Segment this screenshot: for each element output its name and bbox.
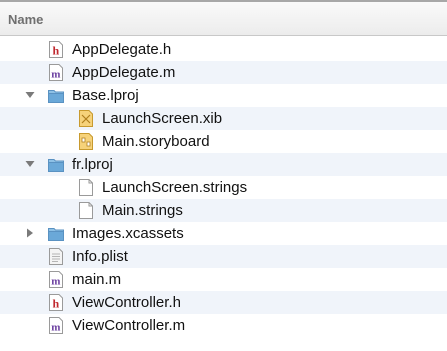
header-file-icon: h <box>49 294 63 311</box>
storyboard-file-icon <box>79 133 93 150</box>
folder-label: Images.xcassets <box>72 225 184 242</box>
project-file-list: h AppDelegate.h m AppDelegate.m Base.lpr… <box>0 38 447 337</box>
svg-text:m: m <box>51 322 60 334</box>
name-column-header[interactable]: Name <box>8 12 43 27</box>
file-label: Main.strings <box>102 202 183 219</box>
file-row-appdelegate-m[interactable]: m AppDelegate.m <box>0 61 447 84</box>
folder-label: fr.lproj <box>72 156 113 173</box>
file-label: ViewController.h <box>72 294 181 311</box>
file-row-appdelegate-h[interactable]: h AppDelegate.h <box>0 38 447 61</box>
header-file-icon: h <box>49 41 63 58</box>
asset-folder-icon <box>48 228 64 241</box>
file-label: AppDelegate.h <box>72 41 172 58</box>
svg-text:h: h <box>52 44 59 58</box>
svg-text:m: m <box>51 276 60 288</box>
folder-row-base-lproj[interactable]: Base.lproj <box>0 84 447 107</box>
file-row-viewcontroller-h[interactable]: h ViewController.h <box>0 291 447 314</box>
folder-label: Base.lproj <box>72 87 139 104</box>
file-row-main-storyboard[interactable]: Main.storyboard <box>0 130 447 153</box>
disclosure-triangle-expanded-icon[interactable] <box>24 158 36 170</box>
file-label: LaunchScreen.xib <box>102 110 223 127</box>
file-row-main-m[interactable]: m main.m <box>0 268 447 291</box>
objc-file-icon: m <box>49 317 63 334</box>
file-label: ViewController.m <box>72 317 186 334</box>
file-label: AppDelegate.m <box>72 64 176 81</box>
file-label: LaunchScreen.strings <box>102 179 248 196</box>
file-label: main.m <box>72 271 122 288</box>
xib-file-icon <box>79 110 93 127</box>
disclosure-triangle-expanded-icon[interactable] <box>24 89 36 101</box>
file-label: Info.plist <box>72 248 128 265</box>
objc-file-icon: m <box>49 64 63 81</box>
blank-file-icon <box>79 179 93 196</box>
file-label: Main.storyboard <box>102 133 210 150</box>
file-row-info-plist[interactable]: Info.plist <box>0 245 447 268</box>
objc-file-icon: m <box>49 271 63 288</box>
folder-row-fr-lproj[interactable]: fr.lproj <box>0 153 447 176</box>
folder-row-images-xcassets[interactable]: Images.xcassets <box>0 222 447 245</box>
file-row-main-strings[interactable]: Main.strings <box>0 199 447 222</box>
svg-text:h: h <box>52 297 59 311</box>
folder-icon <box>48 90 64 103</box>
file-row-viewcontroller-m[interactable]: m ViewController.m <box>0 314 447 337</box>
svg-text:m: m <box>51 69 60 81</box>
disclosure-triangle-collapsed-icon[interactable] <box>24 227 36 239</box>
plist-file-icon <box>49 248 63 265</box>
file-row-launchscreen-strings[interactable]: LaunchScreen.strings <box>0 176 447 199</box>
folder-icon <box>48 159 64 172</box>
file-list-header[interactable]: Name <box>0 0 447 36</box>
blank-file-icon <box>79 202 93 219</box>
file-row-launchscreen-xib[interactable]: LaunchScreen.xib <box>0 107 447 130</box>
